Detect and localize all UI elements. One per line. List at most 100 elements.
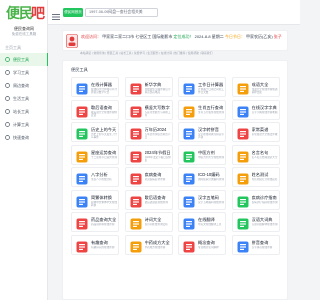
tool-card[interactable]: 成语大全 成语大全在线查询成语解释出处 (231, 77, 280, 97)
tool-card[interactable]: 疾病诊疗指南 疾病诊疗指南在线查询 (231, 189, 280, 210)
tool-description: 汉字五笔编码在线查询 (198, 200, 224, 204)
convert-icon (76, 195, 88, 207)
tool-card[interactable]: 姓名测试 姓名测试打分在线起名 (231, 167, 280, 187)
tool-card[interactable]: 拼音查询 汉字拼音在线查询 (231, 234, 280, 255)
logo-accent: 吧 (31, 6, 45, 22)
tool-card[interactable]: 生肖五行查询 生肖五行属性在线查询 (178, 99, 226, 120)
festival-label: 今日节日： (224, 34, 245, 39)
tool-description: 歇后语谜底在线查询 (144, 200, 168, 204)
food-icon (237, 127, 249, 140)
tool-description: 2024年法定节假日安排表 (144, 155, 172, 162)
tool-card[interactable]: 八字分析 生辰八字在线分析 (71, 167, 119, 187)
star-icon (183, 105, 195, 117)
sidebar-item-label: 主页工具 (5, 44, 21, 50)
tool-description: 汉语词语解释在线查询 (251, 223, 278, 226)
tool-card[interactable]: 中药成方大全 中药成方在线查询 (124, 234, 173, 255)
tool-card[interactable]: 历史上的今天 历史上的今天发生了什么事件 (71, 122, 119, 142)
words-icon (237, 217, 249, 230)
heart-icon (5, 96, 10, 101)
date-text: 2024-8-8 星期二 (194, 34, 224, 39)
tool-card[interactable]: 新华字典 在线新华字典查询汉字拼音部首笔画 (124, 77, 173, 97)
tool-card[interactable]: 概念查询 专业概念名词解释 (178, 234, 226, 255)
pinyin-icon (183, 127, 195, 140)
site-subtitle: 免费在线工具箱 (11, 32, 37, 36)
welcome-text: 欢迎访问： 甲家家二家二口市 七径区工 国际能影市 定位成功！ 2024-8-8… (81, 34, 287, 41)
code-icon (183, 172, 195, 185)
translate-icon (183, 217, 195, 230)
bazi-icon (76, 172, 88, 185)
sidebar-item-label: 便民工具 (13, 56, 29, 62)
tool-card[interactable]: 汉字转拼音 汉字在线转换为拼音带声调 (178, 122, 226, 142)
tool-description: 简体中文繁体中文在线转换 (91, 200, 117, 207)
sidebar: 便民 吧 便民查询网 免费在线工具箱 主页工具 便民工具 学习工具 周边查询 生活工具… (0, 0, 48, 300)
text-icon (130, 105, 142, 117)
tool-card[interactable]: 药品查询大全 药品说明书在线查询 (71, 212, 119, 232)
tool-description: 名人名言经典语录大全 (251, 155, 278, 159)
links-strip[interactable]: 本站承诺 | 常用查询 | 便民工具 | 站长工具 | 免费学习 | 生活服务 … (62, 51, 288, 56)
search-input[interactable]: 1997-06-09网盘一查社会相关美 (85, 8, 158, 17)
tool-card[interactable]: 工作日计算器 计算两个日期之间的工作日天数 (178, 77, 226, 97)
tool-card[interactable]: 在线翻译 中英文在线翻译工具 (178, 212, 226, 232)
tool-card[interactable]: 2024年节假日 2024年法定节假日安排表 (124, 144, 173, 165)
sidebar-item-2[interactable]: 学习工具 (0, 66, 48, 79)
sidebar-item-home[interactable]: 主页工具 (0, 42, 48, 53)
tool-card[interactable]: 在线计算器 在线科学计算器可以计算复杂数学公式 (71, 77, 119, 97)
grid-icon (5, 57, 10, 62)
sidebar-item-1[interactable]: 便民工具 (0, 53, 48, 66)
tool-description: 在线新华字典查询汉字拼音部首笔画 (144, 88, 171, 95)
tool-card[interactable]: 简繁体转换 简体中文繁体中文在线转换 (71, 189, 119, 210)
tool-card[interactable]: 诗词大全 古诗词在线查询赏析 (124, 212, 173, 232)
sidebar-item-5[interactable]: 站长工具 (0, 105, 48, 118)
sidebar-item-label: 站长工具 (13, 108, 29, 114)
tool-description: 专业概念名词解释 (198, 245, 219, 249)
site-logo[interactable]: 便民 吧 (6, 3, 46, 22)
tool-card[interactable]: 汉字五笔码 汉字五笔编码在线查询 (178, 189, 226, 210)
tool-card[interactable]: 星座运势查询 十二星座今日运势查询 (71, 144, 119, 165)
pill-icon (76, 217, 88, 230)
calculator-icon (76, 82, 88, 95)
tool-card[interactable]: 家常菜谱 家常菜谱大全做法步骤 (231, 122, 280, 142)
keyboard-icon (183, 195, 195, 207)
location-status: 定位成功！ (173, 34, 194, 39)
tool-description: 古诗词在线查询赏析 (144, 223, 168, 226)
calculator-icon (5, 122, 10, 127)
zodiac-icon (76, 150, 88, 162)
tool-description: 姓名测试打分在线起名 (251, 178, 278, 181)
riddle-icon (130, 195, 142, 207)
sidebar-item-7[interactable]: 快速查询 (0, 131, 48, 144)
tool-description: 有趣好玩的在线查询 (91, 245, 115, 249)
home-button[interactable]: 便民网首页 (63, 8, 83, 17)
quote-icon (237, 150, 249, 162)
tool-description: 汉字在线转换为拼音带声调 (198, 133, 224, 140)
tool-card[interactable]: 歇后语查询 歇后语谜底在线查询 (124, 189, 173, 210)
tool-card[interactable]: 横竖大写数字 人民币金额大写转换工具 (124, 99, 173, 120)
tool-description: 药品说明书在线查询 (91, 223, 115, 226)
menu-toggle-icon[interactable] (52, 8, 60, 20)
sidebar-item-6[interactable]: 计算工具 (0, 118, 48, 131)
tool-card[interactable]: 疾病查询 常见疾病症状查询 (124, 167, 173, 187)
tools-panel: 便民工具 在线计算器 在线科学计算器可以计算复杂数学公式 新华字典 在线新华字典查询汉… (62, 60, 288, 300)
tool-card[interactable]: 万年历2024 万年历查询农历黄历节日 (124, 122, 173, 142)
tool-description: 国际疾病分类编码查询 (198, 178, 224, 181)
name-icon (237, 172, 249, 185)
tool-card[interactable]: 有趣查询 有趣好玩的在线查询 (71, 234, 119, 255)
welcome-prefix: 欢迎访问： (81, 34, 101, 39)
sidebar-item-label: 周边查询 (13, 82, 29, 88)
holiday-icon (130, 150, 142, 162)
tool-description: 汉字字典在线查询笔顺 (251, 110, 278, 114)
character-icon (237, 105, 249, 117)
tool-card[interactable]: 名言名句 名人名言经典语录大全 (231, 144, 280, 165)
tool-card[interactable]: 在线汉字字典 汉字字典在线查询笔顺 (231, 99, 280, 120)
sidebar-item-3[interactable]: 周边查询 (0, 79, 48, 92)
sidebar-item-4[interactable]: 生活工具 (0, 92, 48, 105)
tool-card[interactable]: 汉语大词典 汉语词语解释在线查询 (231, 212, 280, 232)
tool-card[interactable]: 歇后语查询 歇后语大全在线查询俏皮话 (71, 99, 119, 120)
sidebar-item-label: 计算工具 (13, 121, 29, 127)
tool-description: 计算两个日期之间的工作日天数 (198, 88, 224, 95)
tool-card[interactable]: 中医方剂 中医方剂大全在线查询 (178, 144, 226, 165)
sidebar-item-label: 学习工具 (13, 69, 29, 75)
monitor-icon (5, 109, 10, 114)
page-root: 便民 吧 便民查询网 免费在线工具箱 主页工具 便民工具 学习工具 周边查询 生活工具… (0, 0, 300, 300)
tool-card[interactable]: ICD-10编码 国际疾病分类编码查询 (178, 167, 226, 187)
welcome-line2: 张子 (273, 34, 282, 39)
